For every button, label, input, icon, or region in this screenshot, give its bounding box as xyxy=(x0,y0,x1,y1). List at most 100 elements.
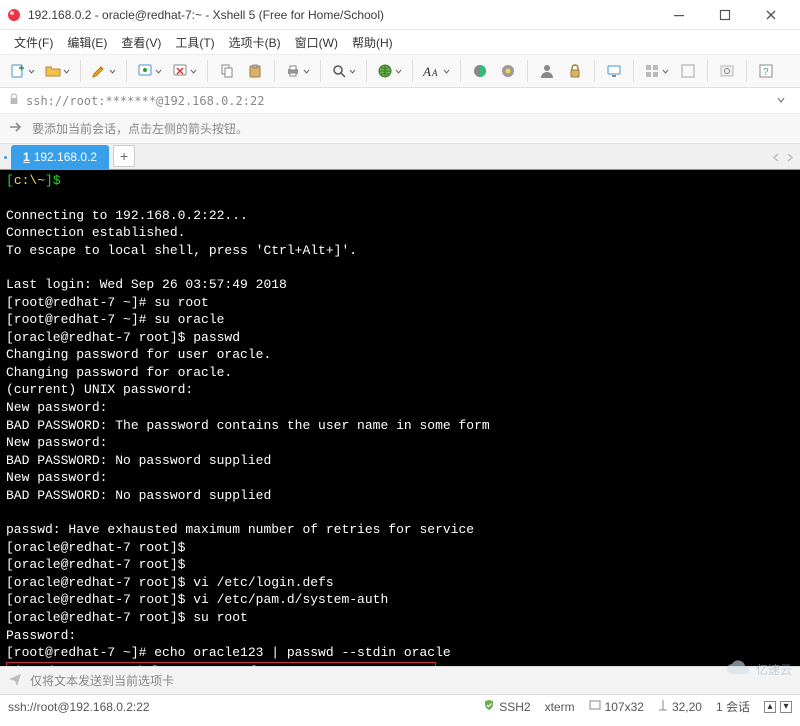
terminal-line: Password: xyxy=(6,627,794,645)
compose-hint: 仅将文本发送到当前选项卡 xyxy=(30,672,174,689)
tab-index: 1 xyxy=(23,150,30,164)
status-cursor: 32,20 xyxy=(658,699,702,714)
globe-icon[interactable] xyxy=(373,58,406,84)
separator xyxy=(460,60,461,82)
menu-tabs[interactable]: 选项卡(B) xyxy=(223,31,287,54)
lock-icon xyxy=(8,93,20,108)
terminal-line: [c:\~]$ xyxy=(6,172,794,190)
terminal-line: New password: xyxy=(6,469,794,487)
separator xyxy=(366,60,367,82)
dimensions-icon xyxy=(589,699,601,714)
status-address: ssh://root@192.168.0.2:22 xyxy=(8,700,150,714)
terminal[interactable]: [c:\~]$ Connecting to 192.168.0.2:22...Co… xyxy=(0,170,800,666)
separator xyxy=(746,60,747,82)
maximize-button[interactable] xyxy=(702,0,748,30)
svg-text:?: ? xyxy=(763,67,769,78)
user-icon[interactable] xyxy=(534,58,560,84)
caret-icon xyxy=(658,699,668,714)
menu-file[interactable]: 文件(F) xyxy=(8,31,59,54)
status-sessions: 1 会话 xyxy=(716,698,750,715)
terminal-line: [root@redhat-7 ~]# su oracle xyxy=(6,311,794,329)
terminal-line: BAD PASSWORD: No password supplied xyxy=(6,452,794,470)
menu-tools[interactable]: 工具(T) xyxy=(169,31,220,54)
terminal-line: [oracle@redhat-7 root]$ vi /etc/pam.d/sy… xyxy=(6,591,794,609)
menu-edit[interactable]: 编辑(E) xyxy=(61,31,113,54)
status-ssh: SSH2 xyxy=(483,699,530,714)
arrow-enter-icon[interactable] xyxy=(8,119,24,138)
menu-window[interactable]: 窗口(W) xyxy=(289,31,344,54)
status-nav-down-icon[interactable]: ▾ xyxy=(780,701,792,713)
terminal-line: passwd: Have exhausted maximum number of… xyxy=(6,521,794,539)
terminal-line: [oracle@redhat-7 root]$ xyxy=(6,556,794,574)
reconnect-icon[interactable] xyxy=(133,58,166,84)
terminal-line: [oracle@redhat-7 root]$ xyxy=(6,539,794,557)
window-title: 192.168.0.2 - oracle@redhat-7:~ - Xshell… xyxy=(28,8,384,22)
app-icon xyxy=(6,7,22,23)
tab-nav-next-icon[interactable] xyxy=(785,151,794,165)
tab-nav xyxy=(772,151,794,165)
menu-help[interactable]: 帮助(H) xyxy=(346,31,399,54)
terminal-line: [root@redhat-7 ~]# echo oracle123 | pass… xyxy=(6,644,794,662)
terminal-line xyxy=(6,190,794,207)
separator xyxy=(126,60,127,82)
status-cursor-label: 32,20 xyxy=(672,700,702,714)
separator xyxy=(527,60,528,82)
separator xyxy=(274,60,275,82)
tab-nav-prev-icon[interactable] xyxy=(772,151,781,165)
tile-icon[interactable] xyxy=(640,58,673,84)
options-icon[interactable] xyxy=(714,58,740,84)
minimize-button[interactable] xyxy=(656,0,702,30)
font-icon[interactable]: AA xyxy=(419,58,454,84)
separator xyxy=(80,60,81,82)
hintbar: 要添加当前会话，点击左侧的箭头按钮。 xyxy=(0,114,800,144)
address-text[interactable]: ssh://root:*******@192.168.0.2:22 xyxy=(26,94,764,108)
terminal-line: Connecting to 192.168.0.2:22... xyxy=(6,207,794,225)
copy-icon[interactable] xyxy=(214,58,240,84)
terminal-line: [root@redhat-7 ~]# su root xyxy=(6,294,794,312)
status-term: xterm xyxy=(545,700,575,714)
properties-icon[interactable] xyxy=(87,58,120,84)
terminal-line: New password: xyxy=(6,399,794,417)
close-button[interactable] xyxy=(748,0,794,30)
color-scheme-icon[interactable] xyxy=(467,58,493,84)
paste-icon[interactable] xyxy=(242,58,268,84)
terminal-line xyxy=(6,259,794,276)
print-icon[interactable] xyxy=(281,58,314,84)
new-session-icon[interactable] xyxy=(6,58,39,84)
terminal-line: [oracle@redhat-7 root]$ su root xyxy=(6,609,794,627)
status-nav-up-icon[interactable]: ▴ xyxy=(764,701,776,713)
add-tab-button[interactable]: + xyxy=(113,145,135,167)
highlight-icon[interactable] xyxy=(495,58,521,84)
terminal-line: (current) UNIX password: xyxy=(6,381,794,399)
open-icon[interactable] xyxy=(41,58,74,84)
terminal-line: Last login: Wed Sep 26 03:57:49 2018 xyxy=(6,276,794,294)
tab-session-1[interactable]: 1 192.168.0.2 xyxy=(11,145,109,169)
hint-text: 要添加当前会话，点击左侧的箭头按钮。 xyxy=(32,120,248,137)
separator xyxy=(633,60,634,82)
terminal-line: Changing password for oracle. xyxy=(6,364,794,382)
tab-status-dot xyxy=(4,156,7,159)
tab-label: 192.168.0.2 xyxy=(34,150,97,164)
terminal-line: New password: xyxy=(6,434,794,452)
terminal-line: [oracle@redhat-7 root]$ passwd xyxy=(6,329,794,347)
status-ssh-label: SSH2 xyxy=(499,700,530,714)
separator xyxy=(207,60,208,82)
terminal-line: To escape to local shell, press 'Ctrl+Al… xyxy=(6,242,794,260)
titlebar: 192.168.0.2 - oracle@redhat-7:~ - Xshell… xyxy=(0,0,800,30)
address-dropdown-icon[interactable] xyxy=(770,94,792,108)
compose-row: 仅将文本发送到当前选项卡 xyxy=(0,666,800,694)
menu-view[interactable]: 查看(V) xyxy=(115,31,167,54)
statusbar: ssh://root@192.168.0.2:22 SSH2 xterm 107… xyxy=(0,694,800,718)
disconnect-icon[interactable] xyxy=(168,58,201,84)
help-icon[interactable]: ? xyxy=(753,58,779,84)
separator xyxy=(707,60,708,82)
full-screen-icon[interactable] xyxy=(675,58,701,84)
lock-icon[interactable] xyxy=(562,58,588,84)
find-icon[interactable] xyxy=(327,58,360,84)
shield-check-icon xyxy=(483,699,495,714)
monitor-icon[interactable] xyxy=(601,58,627,84)
status-winsize: 107x32 xyxy=(589,699,644,714)
terminal-line xyxy=(6,504,794,521)
terminal-line: Connection established. xyxy=(6,224,794,242)
send-icon[interactable] xyxy=(8,672,22,689)
